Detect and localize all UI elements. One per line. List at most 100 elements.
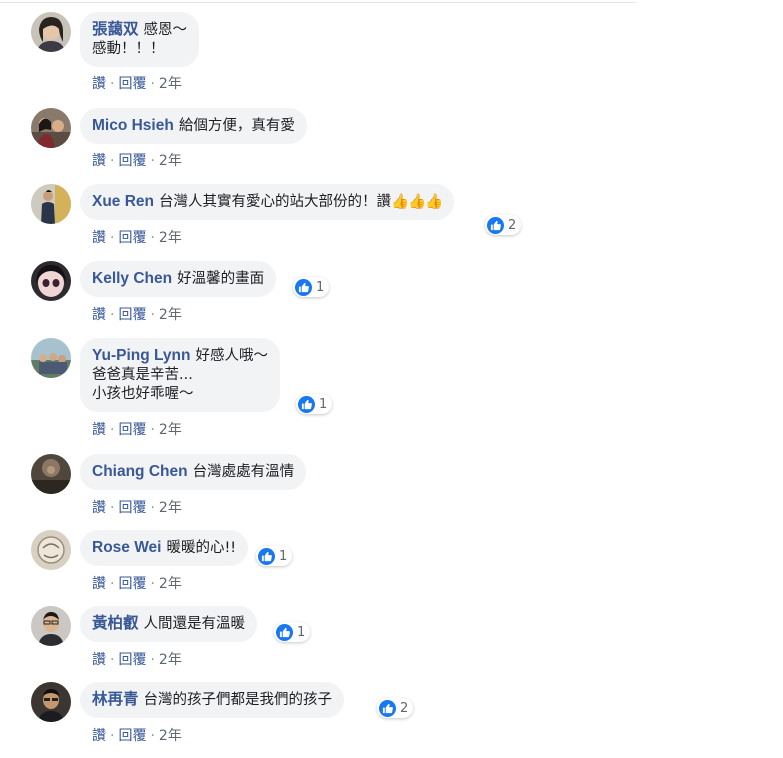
comment-bubble: Kelly Chen 好溫馨的畫面	[80, 261, 277, 297]
avatar-dark-photo-icon[interactable]	[31, 454, 71, 494]
reply-link[interactable]: 回覆	[118, 307, 146, 323]
like-link[interactable]: 讚	[92, 500, 106, 516]
comment-timestamp[interactable]: 2年	[159, 728, 182, 744]
comment-timestamp[interactable]: 2年	[159, 307, 182, 323]
comment-bubble: 黃柏叡 人間還是有溫暖	[80, 606, 258, 642]
comment-actions: 讚 · 回覆 · 2年	[92, 573, 182, 593]
comment-actions: 讚 · 回覆 · 2年	[92, 227, 182, 247]
comment-bubble: Chiang Chen 台灣處處有溫情	[80, 454, 307, 490]
comment-text: 暖暖的心!!	[166, 540, 237, 556]
comment-text: 爸爸真是辛苦...	[92, 367, 193, 383]
avatar-man-standing-icon[interactable]	[31, 184, 71, 224]
reply-link[interactable]: 回覆	[118, 76, 146, 92]
like-reaction-icon	[379, 699, 396, 717]
like-link[interactable]: 讚	[92, 76, 106, 92]
avatar-man-glasses-icon[interactable]	[31, 606, 71, 646]
reaction-count-badge[interactable]: 1	[296, 394, 333, 414]
comment-timestamp[interactable]: 2年	[159, 422, 182, 438]
comment-text: 小孩也好乖喔～	[92, 386, 194, 402]
comment-text: 台灣處處有溫情	[192, 464, 295, 480]
comment-author[interactable]: Xue Ren	[92, 193, 154, 210]
reply-link[interactable]: 回覆	[118, 728, 146, 744]
comment-timestamp[interactable]: 2年	[159, 153, 182, 169]
comment-author[interactable]: Rose Wei	[92, 539, 162, 556]
reaction-count-badge[interactable]: 1	[293, 277, 330, 297]
reaction-count: 1	[297, 624, 306, 640]
like-reaction-icon	[487, 216, 504, 234]
comment-text: 感恩～	[143, 22, 188, 38]
comment-text: 給個方便，真有愛	[178, 118, 295, 134]
reply-link[interactable]: 回覆	[118, 652, 146, 668]
like-link[interactable]: 讚	[92, 576, 106, 592]
like-link[interactable]: 讚	[92, 652, 106, 668]
avatar-cartoon-girl-icon[interactable]	[31, 261, 71, 301]
avatar-sketch-icon[interactable]	[31, 530, 71, 570]
reply-link[interactable]: 回覆	[118, 153, 146, 169]
separator: ·	[150, 500, 155, 516]
like-link[interactable]: 讚	[92, 307, 106, 323]
comment-actions: 讚 · 回覆 · 2年	[92, 304, 182, 324]
reaction-count-badge[interactable]: 2	[377, 698, 414, 718]
avatar-outdoor-group-icon[interactable]	[31, 338, 71, 378]
reaction-count-badge[interactable]: 1	[256, 546, 293, 566]
comment-bubble: Xue Ren 台灣人其實有愛心的站大部份的！讚👍👍👍	[80, 184, 455, 220]
like-link[interactable]: 讚	[92, 728, 106, 744]
separator: ·	[110, 576, 115, 592]
comment-text: 好溫馨的畫面	[177, 271, 265, 287]
comment-bubble: 林再青 台灣的孩子們都是我們的孩子	[80, 682, 345, 718]
comment-actions: 讚 · 回覆 · 2年	[92, 725, 182, 745]
avatar-man-glasses-dark-icon[interactable]	[31, 682, 71, 722]
comment-actions: 讚 · 回覆 · 2年	[92, 73, 182, 93]
separator: ·	[150, 153, 155, 169]
separator: ·	[150, 307, 155, 323]
comment-author[interactable]: Kelly Chen	[92, 270, 172, 287]
avatar-group-photo-icon[interactable]	[31, 108, 71, 148]
comment-actions: 讚 · 回覆 · 2年	[92, 150, 182, 170]
reaction-count: 1	[319, 396, 328, 412]
like-link[interactable]: 讚	[92, 153, 106, 169]
comment-timestamp[interactable]: 2年	[159, 500, 182, 516]
comment-author[interactable]: Yu-Ping Lynn	[92, 347, 190, 364]
comment-author[interactable]: 張藹双	[92, 21, 139, 38]
like-reaction-icon	[258, 547, 275, 565]
comment-timestamp[interactable]: 2年	[159, 576, 182, 592]
comment-author[interactable]: Mico Hsieh	[92, 117, 174, 134]
reaction-count: 1	[316, 279, 325, 295]
like-link[interactable]: 讚	[92, 230, 106, 246]
comment-actions: 讚 · 回覆 · 2年	[92, 649, 182, 669]
like-link[interactable]: 讚	[92, 422, 106, 438]
like-reaction-icon	[295, 278, 312, 296]
separator: ·	[110, 153, 115, 169]
comment-text: 台灣人其實有愛心的站大部份的！讚	[159, 194, 392, 210]
comment-actions: 讚 · 回覆 · 2年	[92, 419, 182, 439]
separator: ·	[110, 728, 115, 744]
separator: ·	[110, 500, 115, 516]
comment-timestamp[interactable]: 2年	[159, 76, 182, 92]
separator: ·	[110, 76, 115, 92]
reply-link[interactable]: 回覆	[118, 230, 146, 246]
comment-bubble: Rose Wei 暖暖的心!!	[80, 530, 249, 566]
reply-link[interactable]: 回覆	[118, 576, 146, 592]
separator: ·	[110, 422, 115, 438]
comment-author[interactable]: 黃柏叡	[92, 615, 139, 632]
comment-timestamp[interactable]: 2年	[159, 652, 182, 668]
comment-author[interactable]: 林再青	[92, 691, 139, 708]
separator: ·	[150, 76, 155, 92]
comment-author[interactable]: Chiang Chen	[92, 463, 188, 480]
comment-actions: 讚 · 回覆 · 2年	[92, 497, 182, 517]
thumbs-up-emoji-icon: 👍👍👍	[391, 194, 443, 210]
comment-bubble: Yu-Ping Lynn 好感人哦～ 爸爸真是辛苦... 小孩也好乖喔～	[80, 338, 280, 412]
reply-link[interactable]: 回覆	[118, 422, 146, 438]
like-reaction-icon	[276, 623, 293, 641]
reaction-count-badge[interactable]: 2	[485, 215, 522, 235]
comment-timestamp[interactable]: 2年	[159, 230, 182, 246]
separator: ·	[150, 422, 155, 438]
avatar-woman-portrait-icon[interactable]	[31, 12, 71, 52]
comment-text: 感動！！！	[92, 41, 165, 57]
reaction-count-badge[interactable]: 1	[274, 622, 311, 642]
reaction-count: 1	[279, 548, 288, 564]
reply-link[interactable]: 回覆	[118, 500, 146, 516]
comment-bubble: 張藹双 感恩～ 感動！！！	[80, 12, 200, 67]
separator: ·	[150, 576, 155, 592]
comment-text: 台灣的孩子們都是我們的孩子	[143, 692, 333, 708]
